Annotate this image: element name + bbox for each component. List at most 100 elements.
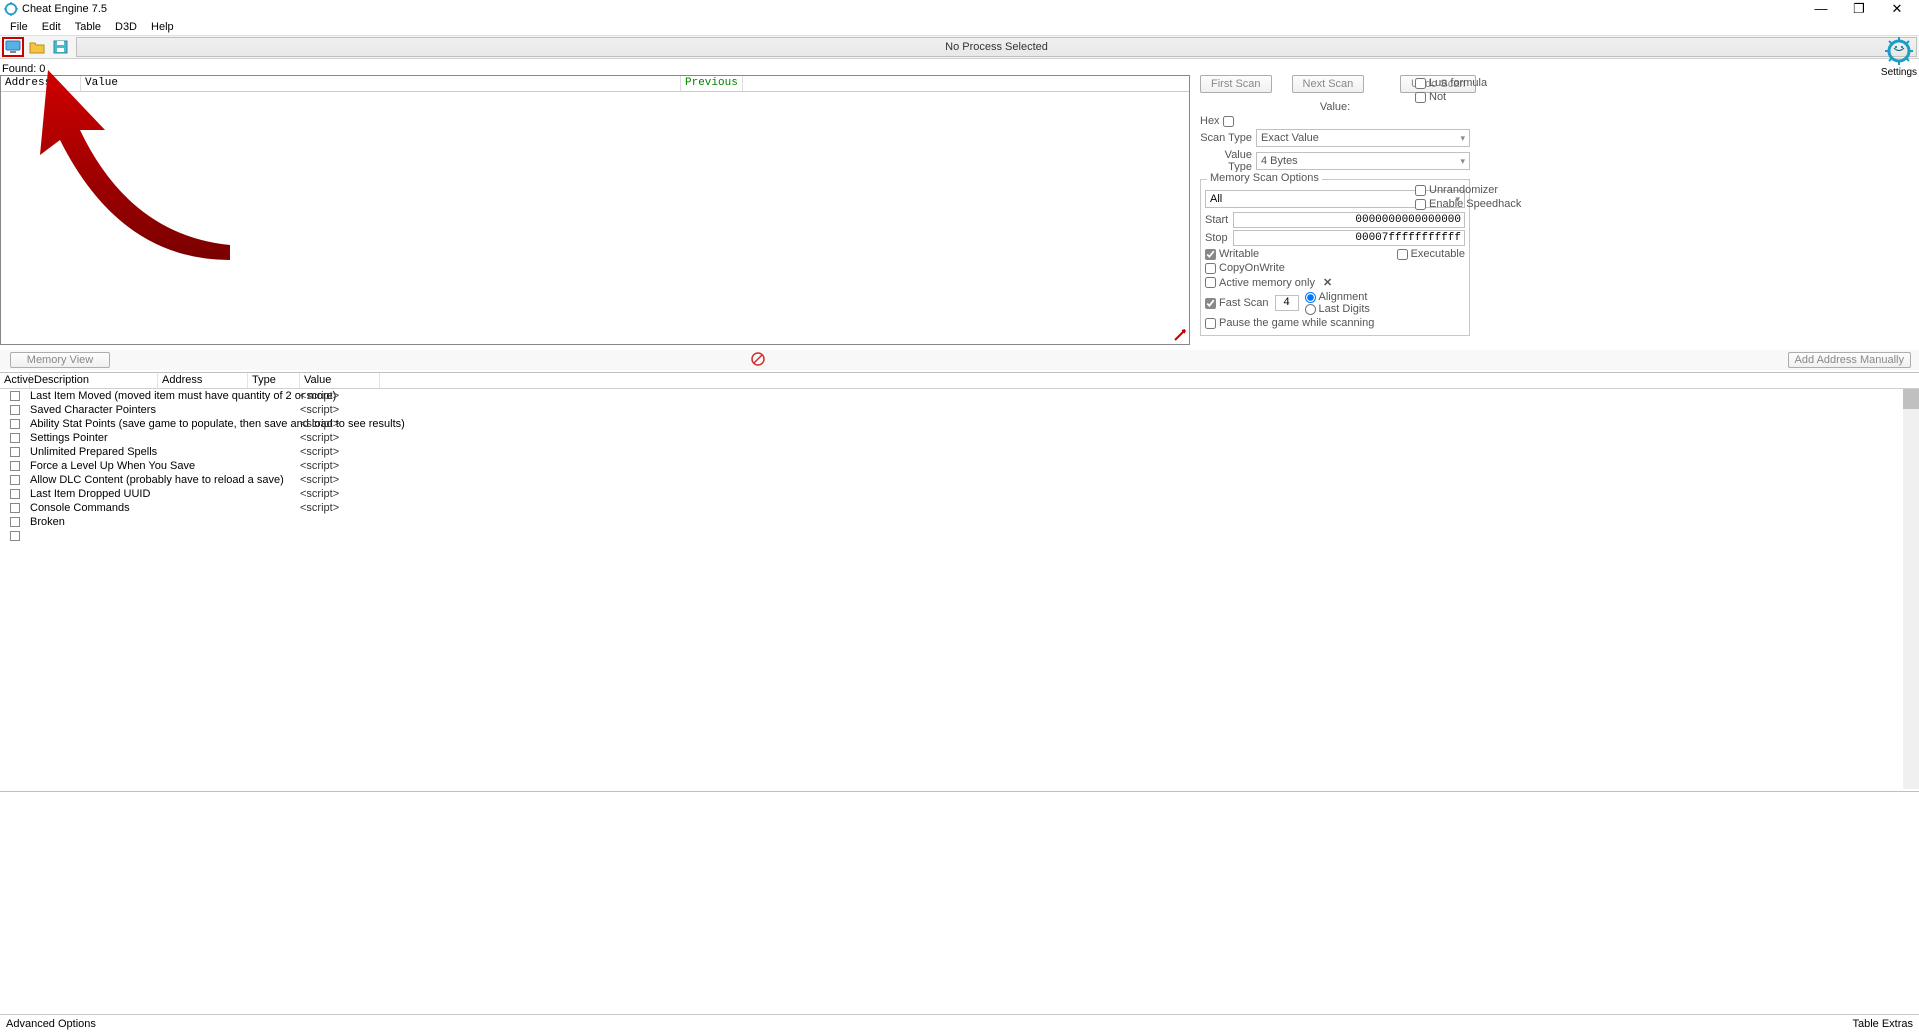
menu-help[interactable]: Help (145, 21, 180, 33)
last-digits-radio[interactable] (1305, 304, 1316, 315)
copyonwrite-checkbox[interactable] (1205, 263, 1216, 274)
advanced-options-button[interactable]: Advanced Options (6, 1018, 96, 1030)
hex-checkbox[interactable] (1223, 116, 1234, 127)
scan-results-list[interactable]: Address Value Previous (0, 75, 1190, 345)
save-button[interactable] (50, 37, 72, 57)
unrandomizer-checkbox[interactable] (1415, 185, 1426, 196)
settings-shortcut[interactable]: Settings (1879, 35, 1919, 78)
row-active-checkbox[interactable] (10, 517, 20, 527)
not-label: Not (1429, 91, 1446, 103)
table-row-empty[interactable] (0, 529, 1919, 543)
row-active-checkbox[interactable] (10, 433, 20, 443)
table-extras-button[interactable]: Table Extras (1852, 1018, 1913, 1030)
close-button[interactable]: ✕ (1887, 1, 1907, 17)
app-icon (4, 2, 18, 16)
row-active-checkbox[interactable] (10, 489, 20, 499)
table-row[interactable]: Settings Pointer<script> (0, 431, 1919, 445)
menu-edit[interactable]: Edit (36, 21, 67, 33)
memory-scan-options-label: Memory Scan Options (1207, 172, 1322, 184)
col-type[interactable]: Type (248, 373, 300, 388)
memory-view-button[interactable]: Memory View (10, 352, 110, 368)
row-value: <script> (300, 460, 339, 472)
next-scan-button[interactable]: Next Scan (1292, 75, 1365, 93)
start-label: Start (1205, 214, 1233, 226)
table-row[interactable]: Broken (0, 515, 1919, 529)
row-description: Saved Character Pointers (30, 404, 300, 416)
fast-scan-value-input[interactable] (1275, 295, 1299, 311)
fast-scan-label: Fast Scan (1219, 297, 1269, 309)
pause-game-label: Pause the game while scanning (1219, 317, 1374, 329)
value-type-label: Value Type (1200, 149, 1252, 173)
executable-label: Executable (1411, 248, 1465, 260)
row-description: Unlimited Prepared Spells (30, 446, 300, 458)
col-value[interactable]: Value (300, 373, 380, 388)
results-col-value[interactable]: Value (81, 76, 681, 91)
window-title: Cheat Engine 7.5 (22, 3, 1811, 15)
active-memory-label: Active memory only (1219, 277, 1315, 289)
lua-formula-checkbox[interactable] (1415, 78, 1426, 89)
middle-bar: Memory View Add Address Manually (0, 350, 1919, 370)
vertical-scrollbar[interactable] (1903, 389, 1919, 789)
clear-list-button[interactable] (750, 351, 766, 370)
open-button[interactable] (26, 37, 48, 57)
menu-file[interactable]: File (4, 21, 34, 33)
table-row[interactable]: Force a Level Up When You Save<script> (0, 459, 1919, 473)
row-active-checkbox[interactable] (10, 419, 20, 429)
start-address-input[interactable] (1233, 212, 1465, 228)
alignment-radio[interactable] (1305, 292, 1316, 303)
alignment-label: Alignment (1319, 291, 1368, 303)
minimize-button[interactable]: — (1811, 1, 1831, 17)
row-active-checkbox[interactable] (10, 405, 20, 415)
scan-type-label: Scan Type (1200, 132, 1252, 144)
results-col-address[interactable]: Address (1, 76, 81, 91)
table-row[interactable]: Console Commands<script> (0, 501, 1919, 515)
menu-d3d[interactable]: D3D (109, 21, 143, 33)
table-row[interactable]: Saved Character Pointers<script> (0, 403, 1919, 417)
table-row[interactable]: Ability Stat Points (save game to popula… (0, 417, 1919, 431)
col-active[interactable]: Active (0, 373, 30, 388)
add-address-manually-button[interactable]: Add Address Manually (1788, 352, 1911, 368)
cheat-table-header: Active Description Address Type Value (0, 373, 1919, 389)
table-row[interactable]: Last Item Dropped UUID<script> (0, 487, 1919, 501)
row-active-checkbox[interactable] (10, 461, 20, 471)
scan-side-options-1: Lua formula Not (1415, 75, 1505, 105)
select-process-button[interactable] (2, 37, 24, 57)
first-scan-button[interactable]: First Scan (1200, 75, 1272, 93)
not-checkbox[interactable] (1415, 92, 1426, 103)
resize-grip-icon[interactable] (1173, 328, 1187, 342)
active-memory-checkbox[interactable] (1205, 277, 1216, 288)
row-active-checkbox[interactable] (10, 475, 20, 485)
scrollbar-thumb[interactable] (1903, 389, 1919, 409)
maximize-button[interactable]: ❐ (1849, 1, 1869, 17)
titlebar: Cheat Engine 7.5 — ❐ ✕ (0, 0, 1919, 18)
value-type-dropdown[interactable]: 4 Bytes (1256, 152, 1470, 170)
row-description: Ability Stat Points (save game to popula… (30, 418, 300, 430)
scan-type-dropdown[interactable]: Exact Value (1256, 129, 1470, 147)
stop-address-input[interactable] (1233, 230, 1465, 246)
cheat-table[interactable]: Active Description Address Type Value La… (0, 372, 1919, 792)
table-row[interactable]: Unlimited Prepared Spells<script> (0, 445, 1919, 459)
col-description[interactable]: Description (30, 373, 158, 388)
results-col-previous[interactable]: Previous (681, 76, 743, 91)
row-description: Settings Pointer (30, 432, 300, 444)
row-description: Last Item Dropped UUID (30, 488, 300, 500)
row-active-checkbox[interactable] (10, 531, 20, 541)
row-value: <script> (300, 446, 339, 458)
executable-checkbox[interactable] (1397, 249, 1408, 260)
row-active-checkbox[interactable] (10, 503, 20, 513)
process-indicator[interactable]: No Process Selected (76, 37, 1917, 57)
clear-region-button[interactable]: ✕ (1323, 276, 1332, 289)
row-active-checkbox[interactable] (10, 447, 20, 457)
table-row[interactable]: Allow DLC Content (probably have to relo… (0, 473, 1919, 487)
table-row[interactable]: Last Item Moved (moved item must have qu… (0, 389, 1919, 403)
enable-speedhack-checkbox[interactable] (1415, 199, 1426, 210)
statusbar: Advanced Options Table Extras (0, 1014, 1919, 1032)
row-description: Allow DLC Content (probably have to relo… (30, 474, 300, 486)
fast-scan-checkbox[interactable] (1205, 298, 1216, 309)
writable-checkbox[interactable] (1205, 249, 1216, 260)
row-value: <script> (300, 474, 339, 486)
row-active-checkbox[interactable] (10, 391, 20, 401)
pause-game-checkbox[interactable] (1205, 318, 1216, 329)
col-address[interactable]: Address (158, 373, 248, 388)
menu-table[interactable]: Table (69, 21, 107, 33)
